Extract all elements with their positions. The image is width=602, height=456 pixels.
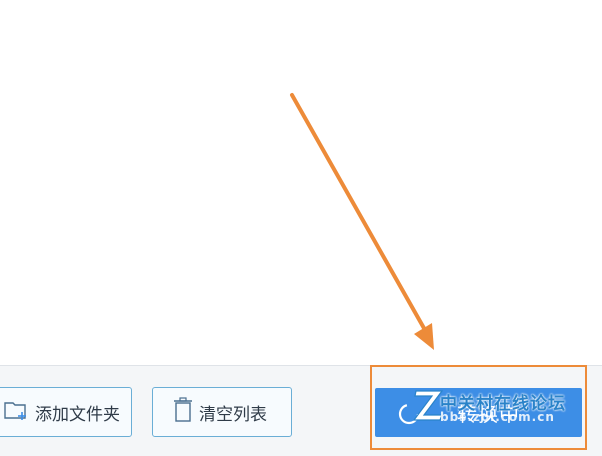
annotation-arrow — [290, 93, 434, 350]
